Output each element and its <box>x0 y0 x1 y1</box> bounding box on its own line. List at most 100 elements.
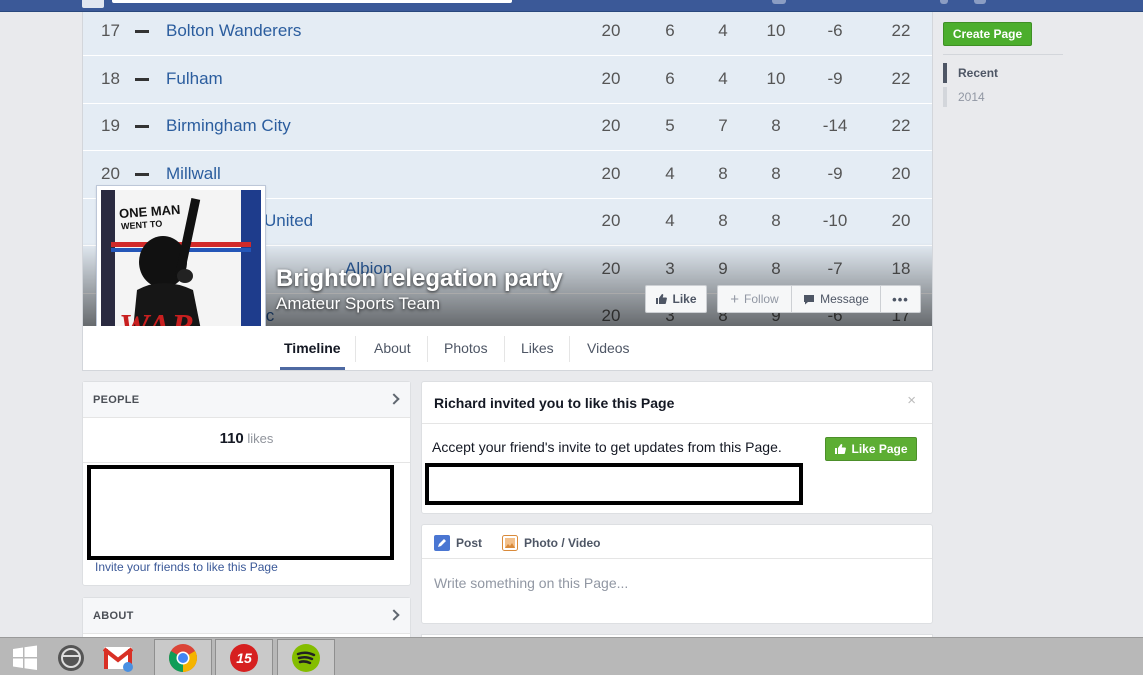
close-icon[interactable]: × <box>907 392 916 409</box>
w-cell: 6 <box>665 21 675 40</box>
chrome-button[interactable] <box>154 639 212 675</box>
thumbs-up-icon <box>656 294 668 304</box>
pts-cell: 22 <box>891 68 911 88</box>
no-change-icon <box>135 30 149 33</box>
people-card: PEOPLE 110 likes Invite your friends to … <box>82 381 411 586</box>
tab-about[interactable]: About <box>370 326 415 370</box>
chevron-right-icon[interactable] <box>388 609 400 621</box>
d-cell: 4 <box>718 21 728 40</box>
settings-icon[interactable] <box>974 0 986 4</box>
d-cell: 8 <box>718 163 728 183</box>
pts-cell: 22 <box>891 21 911 40</box>
message-icon <box>804 294 815 304</box>
tab-videos[interactable]: Videos <box>583 326 634 370</box>
d-cell: 4 <box>718 68 728 88</box>
friend-requests-icon[interactable] <box>772 0 786 4</box>
post-tab-label: Post <box>456 536 483 550</box>
w-cell: 4 <box>665 163 675 183</box>
w-cell: 6 <box>665 68 675 88</box>
windows-logo-icon <box>13 645 37 670</box>
message-button[interactable]: Message <box>791 285 880 313</box>
more-options-label: ••• <box>892 291 909 307</box>
windows-taskbar: 15 <box>0 637 1143 675</box>
pts-cell: 22 <box>891 116 911 135</box>
like-button[interactable]: Like <box>645 285 707 313</box>
more-options-button[interactable]: ••• <box>880 285 921 313</box>
like-page-button[interactable]: Like Page <box>825 437 917 461</box>
thumbs-up-icon <box>835 444 847 454</box>
search-input[interactable] <box>112 0 512 3</box>
gd-cell: -9 <box>827 68 843 88</box>
invite-title: Richard invited you to like this Page <box>434 395 675 411</box>
pts-cell: 20 <box>891 211 911 230</box>
d-cell: 8 <box>718 211 728 230</box>
divider <box>83 462 410 463</box>
about-card-header[interactable]: ABOUT <box>83 598 410 634</box>
post-tab[interactable]: Post <box>434 535 482 551</box>
app-15-button[interactable]: 15 <box>215 639 273 675</box>
tab-timeline[interactable]: Timeline <box>280 326 345 370</box>
timeline-nav-2014[interactable]: 2014 <box>943 87 985 107</box>
team-name-cell: Birmingham City <box>166 116 291 135</box>
d-cell: 7 <box>718 116 728 135</box>
composer-input[interactable]: Write something on this Page... <box>434 575 628 591</box>
team-name-cell: Millwall <box>166 163 221 183</box>
timeline-nav-recent[interactable]: Recent <box>943 63 998 83</box>
redacted-box <box>425 463 803 505</box>
table-row: 17 Bolton Wanderers 20 6 4 10 -6 22 <box>83 12 932 56</box>
tab-divider <box>427 336 428 362</box>
l-cell: 10 <box>766 21 786 40</box>
w-cell: 5 <box>665 116 675 135</box>
app-15-icon: 15 <box>230 643 258 672</box>
position-cell: 18 <box>101 68 120 88</box>
pencil-icon <box>434 535 450 551</box>
invite-message: Accept your friend's invite to get updat… <box>432 439 782 455</box>
facebook-logo-icon[interactable] <box>82 0 104 8</box>
page-category[interactable]: Amateur Sports Team <box>276 294 440 314</box>
chevron-right-icon[interactable] <box>388 393 400 405</box>
photo-video-tab[interactable]: Photo / Video <box>502 535 600 551</box>
page-tabs-bar: Timeline About Photos Likes Videos <box>82 326 933 371</box>
position-cell: 20 <box>101 163 120 183</box>
divider <box>422 423 932 424</box>
invite-friends-link[interactable]: Invite your friends to like this Page <box>95 560 278 574</box>
people-card-header[interactable]: PEOPLE <box>83 382 410 418</box>
spotify-button[interactable] <box>277 639 335 675</box>
invite-card: Richard invited you to like this Page × … <box>421 381 933 514</box>
top-navigation-bar <box>0 0 1143 12</box>
like-button-label: Like <box>672 292 697 306</box>
gd-cell: -14 <box>822 116 848 135</box>
about-header-label: ABOUT <box>93 610 134 622</box>
chrome-icon <box>169 643 197 672</box>
tor-browser-button[interactable] <box>52 639 90 675</box>
tab-divider <box>504 336 505 362</box>
pld-cell: 20 <box>601 68 621 88</box>
photo-icon <box>502 535 518 551</box>
gd-cell: -6 <box>827 21 843 40</box>
pld-cell: 20 <box>601 211 621 230</box>
l-cell: 8 <box>771 211 781 230</box>
composer-tabs: Post Photo / Video <box>422 525 932 559</box>
follow-button-label: Follow <box>744 292 779 306</box>
notifications-icon[interactable] <box>940 0 948 4</box>
tab-photos[interactable]: Photos <box>440 326 492 370</box>
likes-count-number: 110 <box>219 430 244 447</box>
divider <box>943 54 1063 55</box>
gmail-icon <box>103 646 133 672</box>
likes-count[interactable]: 110 likes <box>83 430 410 447</box>
no-change-icon <box>135 172 149 176</box>
gmail-button[interactable] <box>96 639 140 675</box>
start-button[interactable] <box>6 639 44 675</box>
team-name-cell: Bolton Wanderers <box>166 21 302 40</box>
l-cell: 10 <box>766 68 786 88</box>
page-name[interactable]: Brighton relegation party <box>276 265 563 293</box>
follow-button[interactable]: + Follow <box>717 285 791 313</box>
create-page-button[interactable]: Create Page <box>943 22 1032 46</box>
no-change-icon <box>135 77 149 81</box>
pld-cell: 20 <box>601 21 621 40</box>
likes-count-word: likes <box>247 431 274 446</box>
tab-likes[interactable]: Likes <box>517 326 558 370</box>
tab-divider <box>569 336 570 362</box>
position-cell: 19 <box>101 116 120 135</box>
tab-divider <box>355 336 356 362</box>
